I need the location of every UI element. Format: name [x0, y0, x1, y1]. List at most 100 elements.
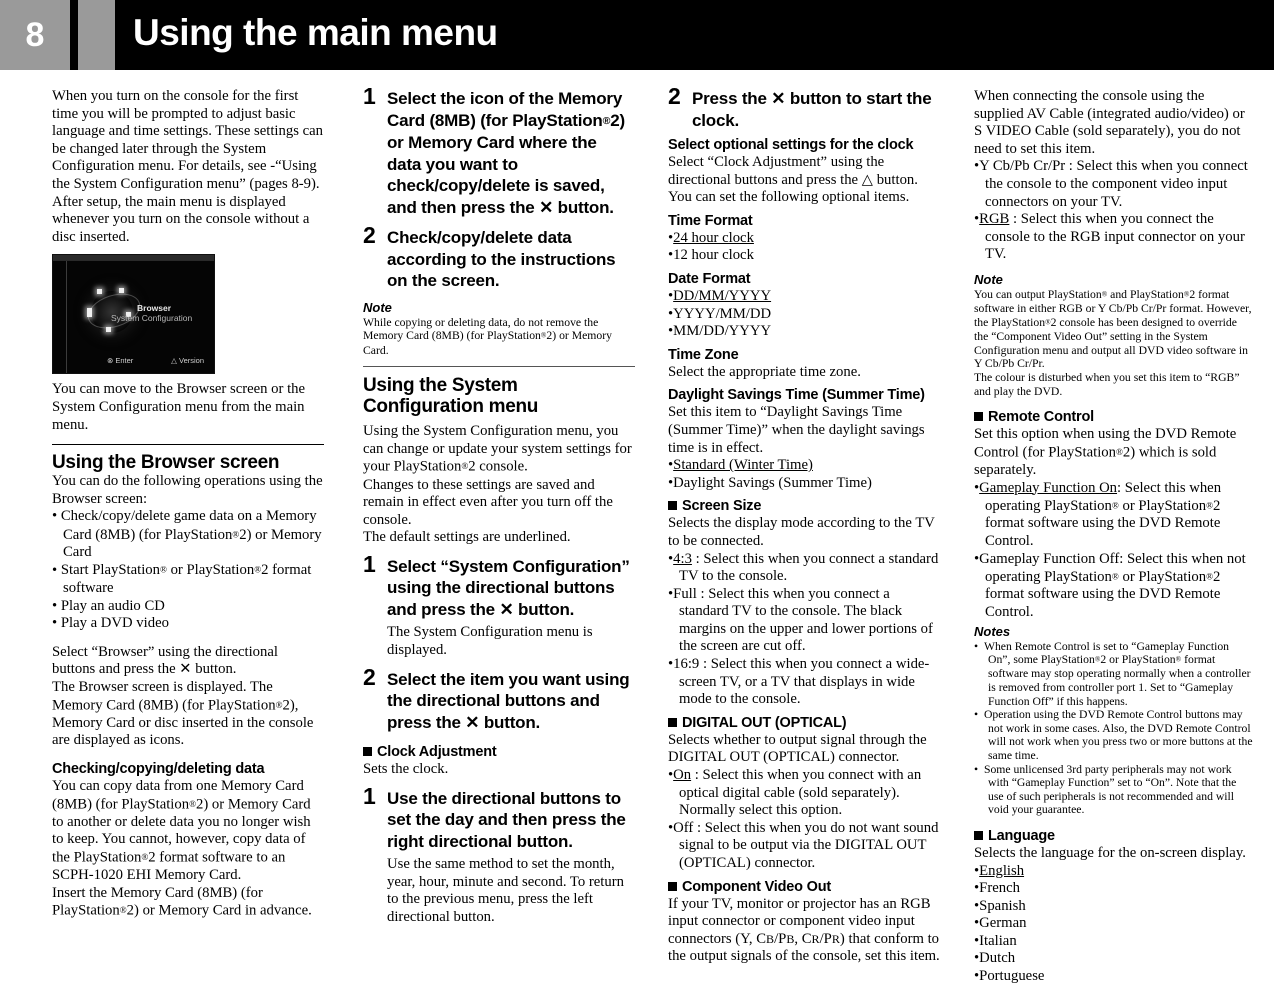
- step-block: 1 Select the icon of the Memory Card (8M…: [363, 85, 635, 218]
- list-item-label: On: [673, 767, 692, 784]
- main-menu-screenshot: Browser System Configuration ⊗ Enter △ V…: [52, 254, 215, 375]
- note-body: While copying or deleting data, do not r…: [363, 315, 612, 357]
- step-text: Check/copy/delete data according to the …: [387, 228, 616, 291]
- date-format-heading: Date Format: [668, 270, 751, 287]
- screenshot-top-strip: [53, 255, 214, 262]
- system-configuration-heading: Using the System Configuration menu: [363, 375, 539, 418]
- list-item: •DD/MM/YYYY: [668, 287, 772, 304]
- screenshot-browser-label: Browser: [137, 303, 172, 314]
- component-video-out-body: If your TV, monitor or projector has an …: [668, 895, 940, 965]
- step-block: 2 Press the ✕ button to start the clock.: [668, 83, 940, 131]
- list-item: •Daylight Savings (Summer Time): [668, 474, 872, 491]
- header-grey-block-right: [78, 0, 115, 70]
- list-item-text: Italian: [979, 932, 1017, 949]
- component-video-out-heading-text: Component Video Out: [682, 878, 831, 895]
- screenshot-light-dot: [119, 288, 124, 294]
- note-list-item-text: Some unlicensed 3rd party peripherals ma…: [983, 762, 1237, 817]
- list-item-label: Off: [673, 819, 694, 836]
- step-number: 1: [363, 550, 376, 577]
- list-item: •MM/DD/YYYY: [668, 323, 772, 340]
- list-item-text: DD/MM/YYYY: [673, 287, 772, 304]
- list-item-label: RGB: [979, 211, 1010, 228]
- step-number: 2: [668, 83, 681, 109]
- column-4: When connecting the console using the su…: [974, 88, 1254, 986]
- remote-control-heading-text: Remote Control: [988, 409, 1094, 426]
- language-heading: Language: [974, 828, 1254, 845]
- browser-screen-heading: Using the Browser screen: [52, 452, 280, 474]
- list-item: • Start PlayStation® or PlayStation®2 fo…: [52, 562, 312, 596]
- note-heading: Note: [974, 271, 1003, 287]
- list-item: •16:9 : Select this when you connect a w…: [668, 656, 930, 708]
- note-list-item: • Operation using the DVD Remote Control…: [974, 708, 1253, 762]
- list-item-text: : Select this when you connect with an o…: [679, 767, 922, 819]
- list-item: •Spanish: [974, 897, 1026, 914]
- clock-adjustment-heading-text: Clock Adjustment: [377, 744, 497, 761]
- page-columns: When you turn on the console for the fir…: [0, 70, 1274, 984]
- list-item-text: Portuguese: [979, 968, 1045, 985]
- list-item: •English: [974, 862, 1025, 879]
- list-item: •French: [974, 880, 1020, 897]
- after-figure-paragraph: You can move to the Browser screen or th…: [52, 381, 306, 433]
- remote-control-body: Set this option when using the DVD Remot…: [974, 426, 1237, 478]
- checking-body-2: Insert the Memory Card (8MB) (for PlaySt…: [52, 884, 312, 919]
- screen-size-body: Selects the display mode according to th…: [668, 515, 935, 549]
- step-subtext: The System Configuration menu is display…: [387, 624, 593, 658]
- page-number: 8: [25, 16, 45, 54]
- column-3: 2 Press the ✕ button to start the clock.…: [668, 83, 940, 966]
- list-item-label: Full: [673, 585, 697, 602]
- square-bullet-icon: [668, 717, 677, 727]
- list-item-text: : Select this when you connect a standar…: [679, 585, 933, 655]
- sysconfig-paragraph-2: Changes to these settings are saved and …: [363, 476, 613, 528]
- list-item-text: Play a DVD video: [60, 615, 169, 632]
- browser-displayed-paragraph: The Browser screen is displayed. The Mem…: [52, 678, 314, 749]
- note-heading: Note: [363, 299, 392, 315]
- list-item: •Portuguese: [974, 968, 1045, 985]
- step-text: Select “System Configuration” using the …: [387, 556, 630, 619]
- column-1: When you turn on the console for the fir…: [52, 88, 324, 921]
- language-body: Selects the language for the on-screen d…: [974, 844, 1246, 861]
- list-item: •German: [974, 915, 1027, 932]
- step-text: Use the directional buttons to set the d…: [387, 788, 626, 851]
- screen-size-heading-text: Screen Size: [682, 498, 762, 515]
- list-item: •On : Select this when you connect with …: [668, 767, 922, 819]
- step-block: 1 Select “System Configuration” using th…: [363, 550, 635, 660]
- list-item: •24 hour clock: [668, 229, 754, 246]
- list-item-text: 12 hour clock: [673, 247, 754, 264]
- list-item-text: English: [979, 862, 1025, 879]
- step-text: Press the ✕ button to start the clock.: [692, 89, 932, 130]
- list-item-text: : Select this when you connect a wide-sc…: [679, 656, 930, 708]
- list-item-text: Spanish: [979, 897, 1026, 914]
- list-item-label: 4:3: [673, 550, 692, 567]
- list-item: •Full : Select this when you connect a s…: [668, 585, 933, 655]
- list-item-text: Daylight Savings (Summer Time): [673, 474, 872, 491]
- list-item: • Play a DVD video: [52, 615, 169, 632]
- time-zone-heading: Time Zone: [668, 346, 739, 363]
- screenshot-vertical-line: [66, 261, 67, 374]
- step-subtext: Use the same method to set the month, ye…: [387, 856, 624, 925]
- list-item-text: German: [979, 915, 1027, 932]
- list-item-text: : Select this when you connect a standar…: [679, 550, 939, 585]
- note-body-line: You can output PlayStation® and PlayStat…: [974, 287, 1252, 371]
- digital-out-heading-text: DIGITAL OUT (OPTICAL): [682, 714, 847, 731]
- optional-settings-body: Select “Clock Adjustment” using the dire…: [668, 154, 918, 206]
- step-number: 1: [363, 782, 376, 809]
- note-list-item: • Some unlicensed 3rd party peripherals …: [974, 762, 1237, 817]
- list-item: • Check/copy/delete game data on a Memor…: [52, 508, 322, 561]
- notes-heading: Notes: [974, 623, 1011, 639]
- list-item: •Gameplay Function On: Select this when …: [974, 479, 1222, 549]
- digital-out-body: Selects whether to output signal through…: [668, 731, 927, 766]
- section-divider: [363, 366, 635, 368]
- list-item-text: : Select this when you connect the conso…: [985, 211, 1245, 263]
- step-text: Select the icon of the Memory Card (8MB)…: [387, 89, 625, 217]
- intro-paragraph: When you turn on the console for the fir…: [52, 88, 323, 245]
- daylight-savings-body: Set this item to “Daylight Savings Time …: [668, 404, 925, 456]
- browser-select-paragraph: Select “Browser” using the directional b…: [52, 643, 278, 678]
- list-item-text: 24 hour clock: [673, 229, 754, 246]
- screen-size-heading: Screen Size: [668, 498, 940, 515]
- list-item-text: Start PlayStation® or PlayStation®2 form…: [60, 562, 312, 596]
- list-item: •Gameplay Function Off: Select this when…: [974, 550, 1246, 620]
- time-zone-body: Select the appropriate time zone.: [668, 363, 861, 380]
- clock-adjustment-sub: Sets the clock.: [363, 761, 449, 778]
- optional-settings-heading: Select optional settings for the clock: [668, 137, 914, 153]
- component-video-continued: When connecting the console using the su…: [974, 88, 1245, 157]
